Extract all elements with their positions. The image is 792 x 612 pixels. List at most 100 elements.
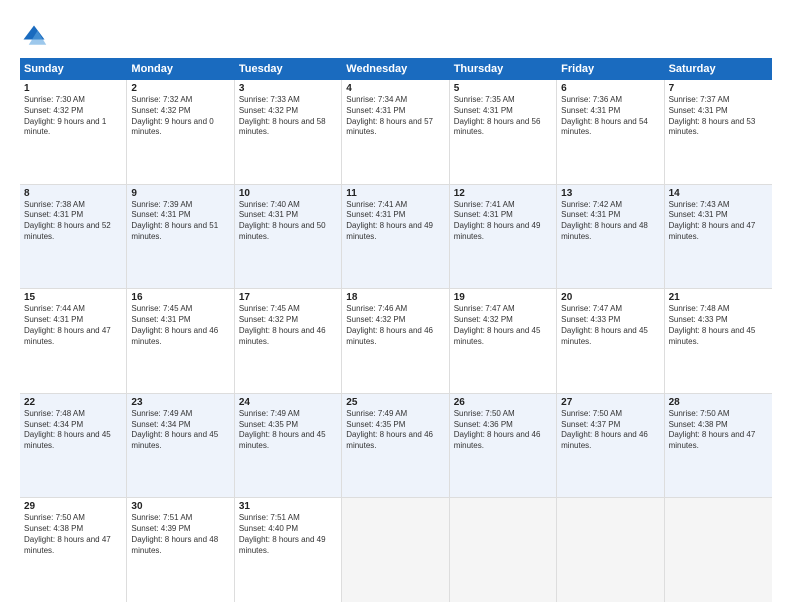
calendar-day-header: Thursday bbox=[450, 58, 557, 80]
day-number: 12 bbox=[454, 188, 552, 199]
calendar-cell: 26Sunrise: 7:50 AMSunset: 4:36 PMDayligh… bbox=[450, 394, 557, 498]
calendar-cell: 15Sunrise: 7:44 AMSunset: 4:31 PMDayligh… bbox=[20, 289, 127, 393]
day-info: Sunrise: 7:43 AMSunset: 4:31 PMDaylight:… bbox=[669, 200, 768, 243]
day-info: Sunrise: 7:32 AMSunset: 4:32 PMDaylight:… bbox=[131, 95, 229, 138]
day-info: Sunrise: 7:33 AMSunset: 4:32 PMDaylight:… bbox=[239, 95, 337, 138]
day-info: Sunrise: 7:45 AMSunset: 4:31 PMDaylight:… bbox=[131, 304, 229, 347]
calendar-body: 1Sunrise: 7:30 AMSunset: 4:32 PMDaylight… bbox=[20, 80, 772, 602]
day-number: 3 bbox=[239, 83, 337, 94]
calendar-week-row: 15Sunrise: 7:44 AMSunset: 4:31 PMDayligh… bbox=[20, 289, 772, 394]
day-number: 13 bbox=[561, 188, 659, 199]
calendar-cell bbox=[450, 498, 557, 602]
calendar-cell: 23Sunrise: 7:49 AMSunset: 4:34 PMDayligh… bbox=[127, 394, 234, 498]
calendar-day-header: Monday bbox=[127, 58, 234, 80]
day-number: 5 bbox=[454, 83, 552, 94]
calendar-cell: 11Sunrise: 7:41 AMSunset: 4:31 PMDayligh… bbox=[342, 185, 449, 289]
day-info: Sunrise: 7:39 AMSunset: 4:31 PMDaylight:… bbox=[131, 200, 229, 243]
calendar-cell: 31Sunrise: 7:51 AMSunset: 4:40 PMDayligh… bbox=[235, 498, 342, 602]
day-info: Sunrise: 7:51 AMSunset: 4:40 PMDaylight:… bbox=[239, 513, 337, 556]
day-info: Sunrise: 7:50 AMSunset: 4:37 PMDaylight:… bbox=[561, 409, 659, 452]
day-number: 27 bbox=[561, 397, 659, 408]
calendar-cell: 7Sunrise: 7:37 AMSunset: 4:31 PMDaylight… bbox=[665, 80, 772, 184]
calendar-cell: 25Sunrise: 7:49 AMSunset: 4:35 PMDayligh… bbox=[342, 394, 449, 498]
calendar-cell bbox=[342, 498, 449, 602]
calendar: SundayMondayTuesdayWednesdayThursdayFrid… bbox=[20, 58, 772, 602]
calendar-cell: 12Sunrise: 7:41 AMSunset: 4:31 PMDayligh… bbox=[450, 185, 557, 289]
calendar-cell: 18Sunrise: 7:46 AMSunset: 4:32 PMDayligh… bbox=[342, 289, 449, 393]
day-info: Sunrise: 7:50 AMSunset: 4:38 PMDaylight:… bbox=[669, 409, 768, 452]
header bbox=[20, 18, 772, 50]
day-number: 21 bbox=[669, 292, 768, 303]
day-number: 17 bbox=[239, 292, 337, 303]
calendar-cell: 3Sunrise: 7:33 AMSunset: 4:32 PMDaylight… bbox=[235, 80, 342, 184]
day-info: Sunrise: 7:34 AMSunset: 4:31 PMDaylight:… bbox=[346, 95, 444, 138]
day-number: 23 bbox=[131, 397, 229, 408]
day-info: Sunrise: 7:49 AMSunset: 4:35 PMDaylight:… bbox=[239, 409, 337, 452]
calendar-cell: 9Sunrise: 7:39 AMSunset: 4:31 PMDaylight… bbox=[127, 185, 234, 289]
day-number: 8 bbox=[24, 188, 122, 199]
calendar-cell bbox=[557, 498, 664, 602]
day-number: 9 bbox=[131, 188, 229, 199]
calendar-cell: 6Sunrise: 7:36 AMSunset: 4:31 PMDaylight… bbox=[557, 80, 664, 184]
day-info: Sunrise: 7:49 AMSunset: 4:34 PMDaylight:… bbox=[131, 409, 229, 452]
day-number: 22 bbox=[24, 397, 122, 408]
day-number: 25 bbox=[346, 397, 444, 408]
calendar-cell: 21Sunrise: 7:48 AMSunset: 4:33 PMDayligh… bbox=[665, 289, 772, 393]
day-info: Sunrise: 7:49 AMSunset: 4:35 PMDaylight:… bbox=[346, 409, 444, 452]
day-number: 30 bbox=[131, 501, 229, 512]
calendar-cell: 2Sunrise: 7:32 AMSunset: 4:32 PMDaylight… bbox=[127, 80, 234, 184]
calendar-cell: 1Sunrise: 7:30 AMSunset: 4:32 PMDaylight… bbox=[20, 80, 127, 184]
calendar-cell: 29Sunrise: 7:50 AMSunset: 4:38 PMDayligh… bbox=[20, 498, 127, 602]
logo bbox=[20, 22, 52, 50]
day-info: Sunrise: 7:48 AMSunset: 4:34 PMDaylight:… bbox=[24, 409, 122, 452]
day-info: Sunrise: 7:41 AMSunset: 4:31 PMDaylight:… bbox=[454, 200, 552, 243]
day-info: Sunrise: 7:51 AMSunset: 4:39 PMDaylight:… bbox=[131, 513, 229, 556]
day-number: 20 bbox=[561, 292, 659, 303]
day-info: Sunrise: 7:50 AMSunset: 4:38 PMDaylight:… bbox=[24, 513, 122, 556]
day-info: Sunrise: 7:47 AMSunset: 4:32 PMDaylight:… bbox=[454, 304, 552, 347]
day-info: Sunrise: 7:37 AMSunset: 4:31 PMDaylight:… bbox=[669, 95, 768, 138]
calendar-cell: 27Sunrise: 7:50 AMSunset: 4:37 PMDayligh… bbox=[557, 394, 664, 498]
day-info: Sunrise: 7:50 AMSunset: 4:36 PMDaylight:… bbox=[454, 409, 552, 452]
calendar-day-header: Tuesday bbox=[235, 58, 342, 80]
day-info: Sunrise: 7:38 AMSunset: 4:31 PMDaylight:… bbox=[24, 200, 122, 243]
calendar-cell: 30Sunrise: 7:51 AMSunset: 4:39 PMDayligh… bbox=[127, 498, 234, 602]
day-number: 19 bbox=[454, 292, 552, 303]
calendar-cell: 4Sunrise: 7:34 AMSunset: 4:31 PMDaylight… bbox=[342, 80, 449, 184]
logo-icon bbox=[20, 22, 48, 50]
day-number: 6 bbox=[561, 83, 659, 94]
day-info: Sunrise: 7:46 AMSunset: 4:32 PMDaylight:… bbox=[346, 304, 444, 347]
day-number: 2 bbox=[131, 83, 229, 94]
calendar-cell: 16Sunrise: 7:45 AMSunset: 4:31 PMDayligh… bbox=[127, 289, 234, 393]
day-info: Sunrise: 7:36 AMSunset: 4:31 PMDaylight:… bbox=[561, 95, 659, 138]
calendar-cell bbox=[665, 498, 772, 602]
calendar-day-header: Sunday bbox=[20, 58, 127, 80]
day-number: 14 bbox=[669, 188, 768, 199]
day-number: 7 bbox=[669, 83, 768, 94]
day-info: Sunrise: 7:30 AMSunset: 4:32 PMDaylight:… bbox=[24, 95, 122, 138]
page: SundayMondayTuesdayWednesdayThursdayFrid… bbox=[0, 0, 792, 612]
day-info: Sunrise: 7:40 AMSunset: 4:31 PMDaylight:… bbox=[239, 200, 337, 243]
calendar-cell: 19Sunrise: 7:47 AMSunset: 4:32 PMDayligh… bbox=[450, 289, 557, 393]
day-info: Sunrise: 7:45 AMSunset: 4:32 PMDaylight:… bbox=[239, 304, 337, 347]
calendar-week-row: 22Sunrise: 7:48 AMSunset: 4:34 PMDayligh… bbox=[20, 394, 772, 499]
day-number: 18 bbox=[346, 292, 444, 303]
day-number: 10 bbox=[239, 188, 337, 199]
day-number: 4 bbox=[346, 83, 444, 94]
calendar-cell: 28Sunrise: 7:50 AMSunset: 4:38 PMDayligh… bbox=[665, 394, 772, 498]
day-number: 24 bbox=[239, 397, 337, 408]
day-info: Sunrise: 7:44 AMSunset: 4:31 PMDaylight:… bbox=[24, 304, 122, 347]
day-number: 11 bbox=[346, 188, 444, 199]
day-info: Sunrise: 7:47 AMSunset: 4:33 PMDaylight:… bbox=[561, 304, 659, 347]
day-number: 1 bbox=[24, 83, 122, 94]
day-number: 31 bbox=[239, 501, 337, 512]
calendar-day-header: Friday bbox=[557, 58, 664, 80]
calendar-cell: 13Sunrise: 7:42 AMSunset: 4:31 PMDayligh… bbox=[557, 185, 664, 289]
calendar-day-header: Wednesday bbox=[342, 58, 449, 80]
calendar-week-row: 29Sunrise: 7:50 AMSunset: 4:38 PMDayligh… bbox=[20, 498, 772, 602]
calendar-cell: 14Sunrise: 7:43 AMSunset: 4:31 PMDayligh… bbox=[665, 185, 772, 289]
calendar-week-row: 1Sunrise: 7:30 AMSunset: 4:32 PMDaylight… bbox=[20, 80, 772, 185]
calendar-header: SundayMondayTuesdayWednesdayThursdayFrid… bbox=[20, 58, 772, 80]
day-info: Sunrise: 7:48 AMSunset: 4:33 PMDaylight:… bbox=[669, 304, 768, 347]
day-info: Sunrise: 7:35 AMSunset: 4:31 PMDaylight:… bbox=[454, 95, 552, 138]
